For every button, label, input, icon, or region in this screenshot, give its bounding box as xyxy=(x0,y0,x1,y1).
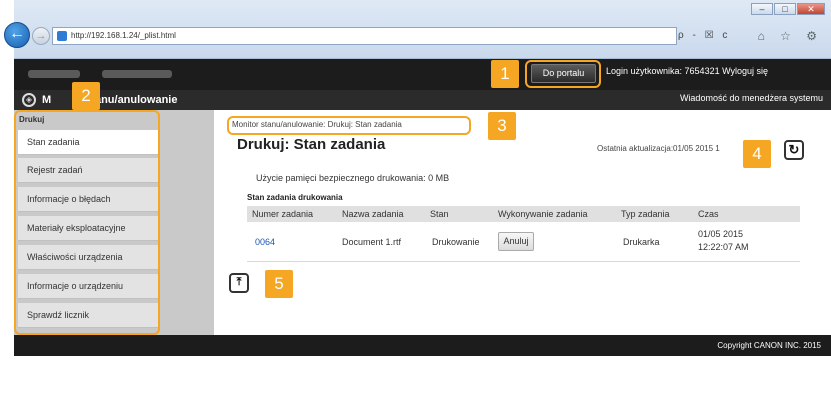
app-title-prefix: M xyxy=(42,94,52,106)
system-manager-message-link[interactable]: Wiadomość do menedżera systemu xyxy=(680,93,823,103)
job-time-date-cell: 01/05 2015 xyxy=(698,229,744,239)
callout-number-4: 4 xyxy=(743,140,771,168)
address-bar[interactable]: http://192.168.1.24/_plist.html xyxy=(52,27,677,45)
favicon-icon xyxy=(57,31,67,41)
back-to-top-icon[interactable]: ⤒ xyxy=(229,273,249,293)
last-update-text: Ostatnia aktualizacja:01/05 2015 1 xyxy=(597,144,720,153)
maximize-button[interactable]: □ xyxy=(774,3,796,15)
callout-number-3: 3 xyxy=(488,112,516,140)
column-header-job-name: Nazwa zadania xyxy=(342,209,404,219)
job-number-link[interactable]: 0064 xyxy=(255,237,275,247)
job-name-cell: Document 1.rtf xyxy=(342,237,402,247)
window-controls: – □ ✕ xyxy=(751,3,825,15)
column-header-job-number: Numer zadania xyxy=(252,209,314,219)
footer xyxy=(14,335,831,356)
address-url: http://192.168.1.24/_plist.html xyxy=(71,31,176,40)
forward-button[interactable]: → xyxy=(32,27,50,45)
screenshot-root: – □ ✕ ← → http://192.168.1.24/_plist.htm… xyxy=(0,0,831,403)
job-type-cell: Drukarka xyxy=(623,237,660,247)
column-header-status: Stan xyxy=(430,209,449,219)
address-tools[interactable]: ρ - ☒ c xyxy=(678,27,756,45)
copyright-text: Copyright CANON INC. 2015 xyxy=(717,341,821,350)
secure-print-memory-usage: Użycie pamięci bezpiecznego drukowania: … xyxy=(256,173,450,183)
close-button[interactable]: ✕ xyxy=(797,3,825,15)
column-header-time: Czas xyxy=(698,209,719,219)
cancel-job-button[interactable]: Anuluj xyxy=(498,232,534,251)
section-title: Stan zadania drukowania xyxy=(247,193,343,202)
refresh-icon[interactable]: ↻ xyxy=(784,140,804,160)
callout-box-3 xyxy=(227,116,471,135)
callout-number-5: 5 xyxy=(265,270,293,298)
callout-number-2: 2 xyxy=(72,82,100,110)
login-info[interactable]: Login użytkownika: 7654321 Wyloguj się xyxy=(606,66,768,76)
column-header-job-type: Typ zadania xyxy=(621,209,670,219)
browser-toolbar-icons[interactable]: ⌂ ☆ ⚙ xyxy=(758,27,823,45)
app-title: Mstanu/anulowanie xyxy=(42,91,177,109)
job-status-cell: Drukowanie xyxy=(432,237,480,247)
job-time-clock-cell: 12:22:07 AM xyxy=(698,242,749,252)
blurred-text xyxy=(28,70,80,78)
canon-logo-icon: ◈ xyxy=(22,93,36,107)
blurred-text xyxy=(102,70,172,78)
callout-box-2 xyxy=(14,110,160,335)
table-row-divider xyxy=(247,261,800,262)
callout-number-1: 1 xyxy=(491,60,519,88)
column-header-job-action: Wykonywanie zadania xyxy=(498,209,588,219)
minimize-button[interactable]: – xyxy=(751,3,773,15)
callout-box-1 xyxy=(525,60,601,88)
page-title: Drukuj: Stan zadania xyxy=(237,136,386,153)
back-button[interactable]: ← xyxy=(4,22,30,48)
